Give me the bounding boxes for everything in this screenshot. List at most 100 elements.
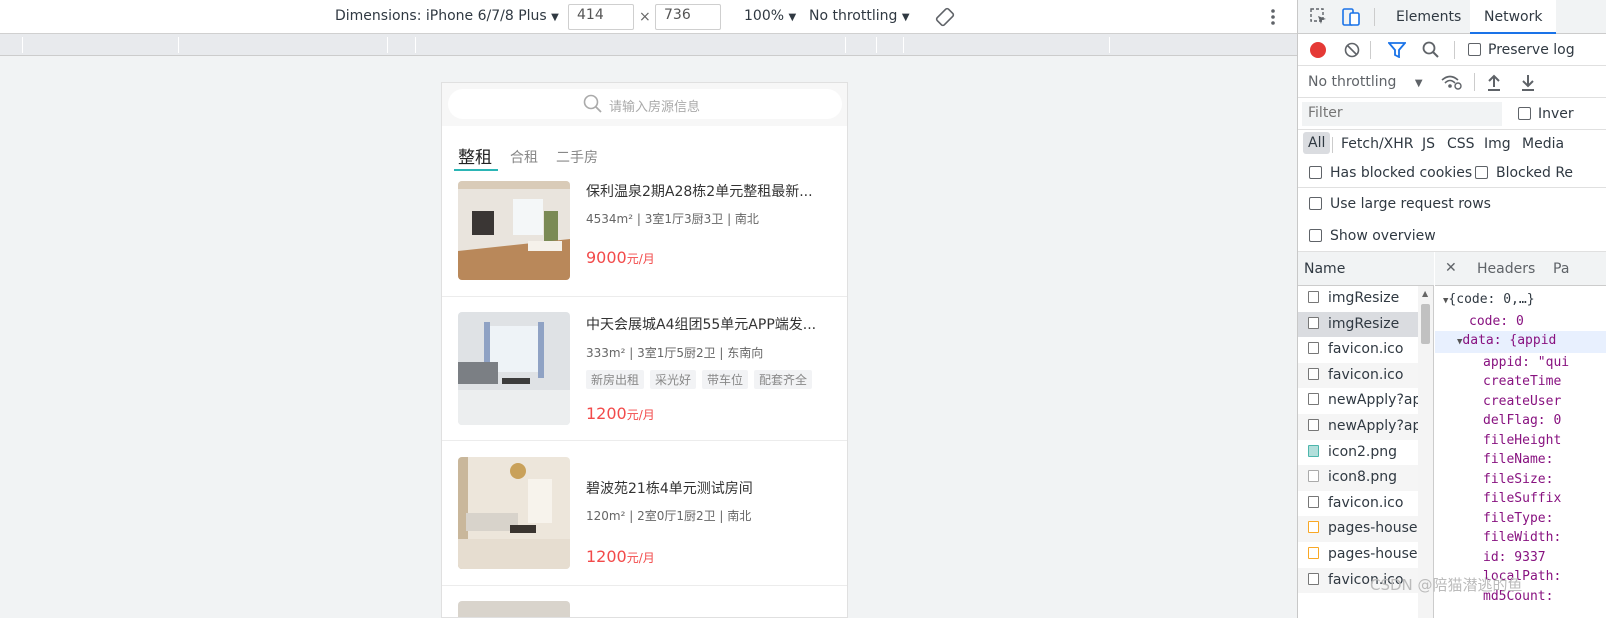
name-column-header[interactable]: Name	[1298, 252, 1434, 286]
tab-whole-rent[interactable]: 整租	[454, 143, 498, 171]
preserve-log-label: Preserve log	[1488, 42, 1575, 58]
filter-media[interactable]: Media	[1522, 136, 1564, 152]
json-line: createTime	[1483, 374, 1562, 389]
request-row[interactable]: imgResize	[1298, 311, 1418, 338]
json-line[interactable]: ▼data: {appid	[1435, 331, 1606, 353]
house-image	[458, 181, 570, 280]
inspect-element-icon[interactable]	[1310, 8, 1328, 26]
devtools-panel: Elements Network Preserve log No throttl…	[1297, 0, 1606, 618]
tab-active-indicator	[454, 169, 498, 171]
throttle-select[interactable]: No throttling ▼	[809, 8, 910, 24]
zoom-select[interactable]: 100% ▼	[744, 8, 796, 24]
filter-icon[interactable]	[1388, 42, 1406, 58]
price-unit: 元/月	[626, 252, 655, 266]
has-blocked-cookies-checkbox[interactable]	[1309, 166, 1322, 179]
clear-icon[interactable]	[1344, 42, 1360, 58]
document-icon	[1308, 419, 1319, 431]
chevron-down-icon: ▼	[788, 12, 797, 23]
search-bar[interactable]: 请输入房源信息	[448, 89, 842, 119]
tab-second-hand[interactable]: 二手房	[556, 147, 598, 167]
request-name: favicon.ico	[1328, 366, 1404, 383]
house-tag: 配套齐全	[754, 370, 813, 389]
record-icon[interactable]	[1310, 42, 1326, 58]
json-preview: ▼{code: 0,…} code: 0 ▼data: {appid appid…	[1435, 290, 1606, 618]
document-icon	[1308, 495, 1319, 508]
width-input[interactable]: 414	[568, 4, 634, 30]
document-icon	[1308, 367, 1319, 380]
json-children: appid: "qui createTime createUser delFlag: …	[1435, 353, 1606, 607]
tab-elements[interactable]: Elements	[1396, 9, 1461, 25]
search-icon	[583, 94, 602, 113]
house-card[interactable]: 碧波苑21栋4单元测试房间 120m² | 2室0厅1厨2卫 | 南北 1200…	[458, 457, 833, 571]
request-row[interactable]: pages-house.	[1298, 516, 1418, 542]
tab-headers[interactable]: Headers	[1477, 261, 1535, 277]
price-unit: 元/月	[626, 408, 655, 422]
json-line: fileSuffix	[1483, 491, 1562, 506]
request-row[interactable]: icon2.png	[1298, 440, 1418, 466]
house-tags: 新房出租 采光好 带车位 配套齐全	[586, 369, 818, 389]
preserve-log-checkbox[interactable]	[1468, 43, 1481, 56]
more-options-icon[interactable]	[1266, 7, 1280, 27]
json-line: fileSize:	[1483, 471, 1554, 487]
request-row[interactable]: newApply?ap	[1298, 414, 1418, 440]
throttle-label: No throttling	[809, 8, 898, 24]
network-conditions-icon[interactable]	[1440, 73, 1462, 91]
filter-js[interactable]: JS	[1422, 136, 1435, 152]
request-scrollbar[interactable]: ▲	[1418, 286, 1433, 618]
request-row[interactable]: pages-house.	[1298, 542, 1418, 568]
json-line: delFlag: 0	[1483, 413, 1562, 428]
settings-row: Use large request rows	[1298, 188, 1606, 220]
filter-all[interactable]: All	[1303, 132, 1331, 154]
divider	[442, 440, 847, 441]
search-icon[interactable]	[1422, 41, 1440, 59]
filter-input[interactable]: Filter	[1302, 102, 1502, 126]
tab-label: Network	[1484, 9, 1543, 25]
blocked-requests-checkbox[interactable]	[1475, 166, 1488, 179]
tab-payload[interactable]: Pa	[1553, 261, 1569, 277]
tab-network[interactable]: Network	[1470, 0, 1557, 34]
request-row[interactable]: icon8.png	[1298, 465, 1418, 491]
close-icon[interactable]: ✕	[1445, 260, 1457, 276]
price-value: 9000	[586, 248, 627, 267]
device-toolbar-icon[interactable]	[1342, 7, 1360, 27]
request-row[interactable]: imgResize	[1298, 286, 1418, 312]
show-overview-checkbox[interactable]	[1309, 229, 1322, 242]
import-har-icon[interactable]	[1486, 73, 1502, 91]
request-name: imgResize	[1328, 290, 1400, 306]
divider	[442, 585, 847, 586]
media-query-ruler[interactable]	[0, 34, 1297, 56]
filter-row: Filter Inver	[1298, 98, 1606, 130]
name-header-label: Name	[1304, 261, 1346, 277]
house-card[interactable]: 保利温泉2期A28栋2单元整租最新... 4534m² | 3室1厅3厨3卫 |…	[458, 181, 833, 281]
filter-css[interactable]: CSS	[1447, 136, 1475, 152]
request-row[interactable]: favicon.ico	[1298, 491, 1418, 517]
scroll-up-icon[interactable]: ▲	[1422, 289, 1428, 298]
json-line: createUser	[1483, 393, 1562, 409]
request-row[interactable]: favicon.ico	[1298, 337, 1418, 363]
house-title: 保利温泉2期A28栋2单元整租最新...	[586, 184, 813, 200]
dimensions-select[interactable]: Dimensions: iPhone 6/7/8 Plus ▼	[335, 8, 559, 24]
house-price: 9000元/月	[586, 248, 655, 267]
house-price: 1200元/月	[586, 547, 655, 566]
document-icon	[1308, 342, 1319, 355]
json-text: data: {appid	[1462, 333, 1557, 348]
json-line: code: 0	[1469, 313, 1524, 329]
document-icon	[1308, 316, 1319, 329]
filter-img[interactable]: Img	[1484, 136, 1511, 152]
invert-checkbox[interactable]	[1518, 107, 1531, 120]
document-icon	[1308, 393, 1319, 406]
house-card[interactable]: 中天会展城A4组团55单元APP端发... 333m² | 3室1厅5厨2卫 |…	[458, 312, 833, 426]
house-meta: 4534m² | 3室1厅3厨3卫 | 南北	[586, 212, 759, 226]
request-row[interactable]: newApply?ap	[1298, 388, 1418, 414]
export-har-icon[interactable]	[1520, 73, 1536, 91]
rotate-icon[interactable]	[935, 7, 955, 27]
filter-fetch-xhr[interactable]: Fetch/XHR	[1341, 136, 1414, 152]
request-row[interactable]: favicon.ico	[1298, 362, 1418, 389]
scrollbar-thumb[interactable]	[1421, 304, 1430, 344]
throttle-select[interactable]: No throttling ▼	[1308, 74, 1423, 90]
json-line[interactable]: ▼{code: 0,…}	[1435, 290, 1606, 312]
height-input[interactable]: 736	[655, 4, 721, 30]
large-rows-checkbox[interactable]	[1309, 197, 1322, 210]
tab-shared-rent[interactable]: 合租	[510, 147, 538, 167]
house-price: 1200元/月	[586, 404, 655, 423]
